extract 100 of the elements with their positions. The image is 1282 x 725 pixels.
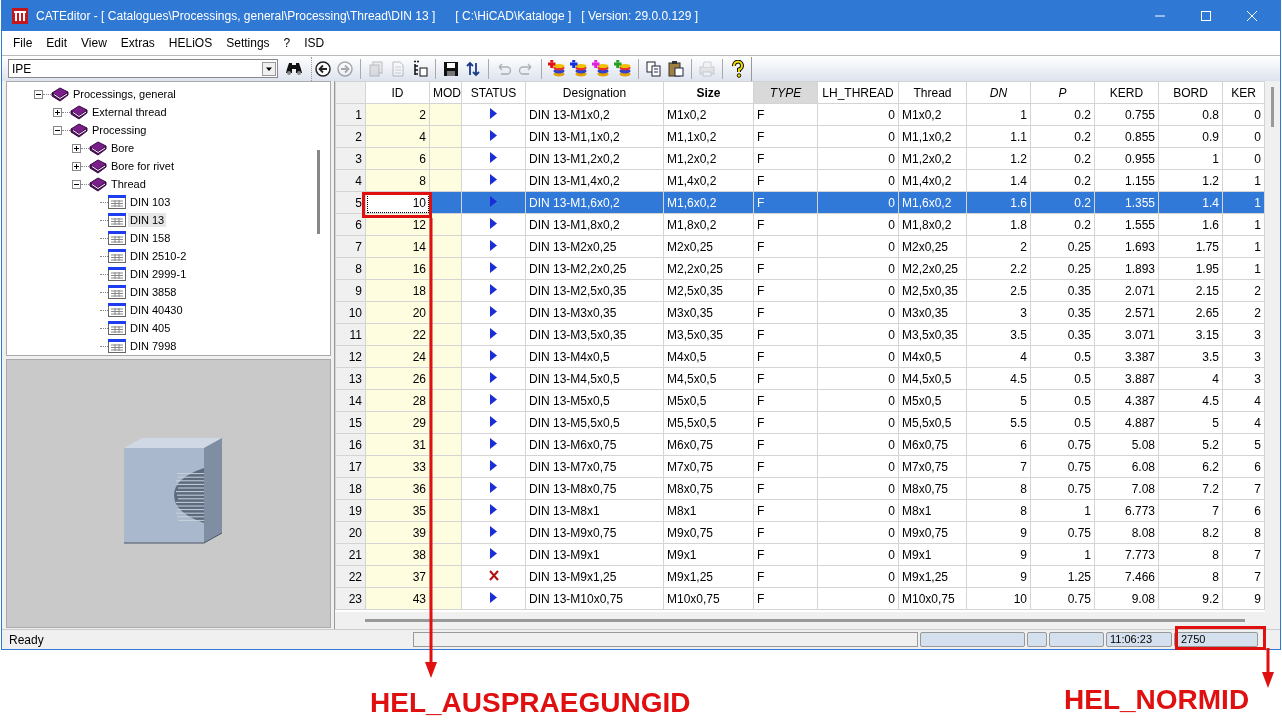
- table-cell: M5,5x0,5: [663, 411, 754, 434]
- row-number[interactable]: 8: [335, 257, 366, 280]
- table-cell: 4.387: [1094, 389, 1159, 412]
- column-header[interactable]: Designation: [525, 81, 664, 104]
- collapse-icon[interactable]: [53, 125, 62, 135]
- collapse-icon[interactable]: [34, 89, 43, 99]
- table-cell: DIN 13-M2,2x0,25: [525, 257, 664, 280]
- save-icon[interactable]: [442, 59, 460, 78]
- row-number[interactable]: 2: [335, 125, 366, 148]
- row-number[interactable]: 12: [335, 345, 366, 368]
- stack-add-icon[interactable]: [548, 59, 566, 78]
- tree-item[interactable]: DIN 2510-2: [128, 249, 189, 263]
- expand-icon[interactable]: [72, 143, 81, 153]
- column-header[interactable]: Thread: [898, 81, 967, 104]
- status-panel: [1027, 632, 1047, 647]
- row-number[interactable]: 16: [335, 433, 366, 456]
- column-header[interactable]: KER: [1222, 81, 1265, 104]
- table-cell: M8x1: [663, 499, 754, 522]
- table-cell: 7.2: [1158, 477, 1223, 500]
- back-icon[interactable]: [314, 59, 332, 78]
- tree-item[interactable]: Bore for rivet: [109, 159, 176, 173]
- paste-icon[interactable]: [667, 59, 685, 78]
- stack-add-icon[interactable]: [570, 59, 588, 78]
- column-header[interactable]: ID: [365, 81, 430, 104]
- table-cell: 7.08: [1094, 477, 1159, 500]
- row-number[interactable]: 22: [335, 565, 366, 588]
- table-cell: 0.2: [1030, 103, 1095, 126]
- tree-item[interactable]: DIN 40430: [128, 303, 185, 317]
- row-number[interactable]: 7: [335, 235, 366, 258]
- column-header[interactable]: BORD: [1158, 81, 1223, 104]
- row-number[interactable]: 11: [335, 323, 366, 346]
- tree-item[interactable]: DIN 158: [128, 231, 173, 245]
- menu-item[interactable]: HELiOS: [161, 36, 220, 50]
- row-number[interactable]: 4: [335, 169, 366, 192]
- menu-item[interactable]: Settings: [219, 36, 277, 50]
- row-number[interactable]: 9: [335, 279, 366, 302]
- row-number[interactable]: 17: [335, 455, 366, 478]
- stack-add-icon[interactable]: [592, 59, 610, 78]
- menu-item[interactable]: View: [74, 36, 114, 50]
- row-number[interactable]: 1: [335, 103, 366, 126]
- expand-icon[interactable]: [53, 107, 62, 117]
- tree-item[interactable]: Bore: [109, 141, 137, 155]
- scrollbar-thumb[interactable]: [317, 150, 320, 234]
- tree-item[interactable]: External thread: [90, 105, 169, 119]
- row-number[interactable]: 20: [335, 521, 366, 544]
- table-cell: 9.08: [1094, 587, 1159, 610]
- tree-item[interactable]: DIN 7998: [128, 339, 179, 353]
- row-number[interactable]: 14: [335, 389, 366, 412]
- table-cell: M1,2x0,2: [663, 147, 754, 170]
- close-icon[interactable]: [1246, 9, 1258, 22]
- table-cell: 0: [817, 367, 899, 390]
- stack-add-icon[interactable]: [614, 59, 632, 78]
- row-number[interactable]: 19: [335, 499, 366, 522]
- tree-item[interactable]: DIN 405: [128, 321, 173, 335]
- row-number[interactable]: 10: [335, 301, 366, 324]
- maximize-icon[interactable]: [1200, 9, 1212, 22]
- menu-item[interactable]: ISD: [297, 36, 332, 50]
- row-number[interactable]: 13: [335, 367, 366, 390]
- tree-item[interactable]: DIN 3858: [128, 285, 179, 299]
- table-cell: 4: [966, 345, 1031, 368]
- menu-item[interactable]: ?: [276, 36, 298, 50]
- menu-item[interactable]: Extras: [113, 36, 162, 50]
- column-header[interactable]: LH_THREAD: [817, 81, 899, 104]
- tree-item[interactable]: Thread: [109, 177, 148, 191]
- table-cell: 0: [817, 279, 899, 302]
- row-number[interactable]: 23: [335, 587, 366, 610]
- collapse-icon[interactable]: [72, 179, 81, 189]
- table-cell: M1,8x0,2: [663, 213, 754, 236]
- tree-item[interactable]: DIN 2999-1: [128, 267, 189, 281]
- tree-item[interactable]: Processing: [90, 123, 149, 137]
- scrollbar-thumb[interactable]: [1271, 87, 1274, 127]
- row-number[interactable]: 6: [335, 213, 366, 236]
- column-header[interactable]: DN: [966, 81, 1031, 104]
- help-icon[interactable]: [729, 59, 747, 78]
- column-header[interactable]: TYPE: [753, 81, 818, 104]
- column-header[interactable]: Size: [663, 81, 754, 104]
- row-number[interactable]: 3: [335, 147, 366, 170]
- binoculars-icon[interactable]: [285, 60, 303, 77]
- row-number[interactable]: 18: [335, 477, 366, 500]
- catalogue-dropdown[interactable]: IPE: [8, 59, 278, 78]
- table-cell: 0: [817, 345, 899, 368]
- dropdown-caret-icon[interactable]: [262, 61, 276, 76]
- row-number[interactable]: 21: [335, 543, 366, 566]
- tree-item[interactable]: DIN 103: [128, 195, 173, 209]
- copy-icon[interactable]: [645, 59, 663, 78]
- table-cell: 7: [966, 455, 1031, 478]
- column-header[interactable]: P: [1030, 81, 1095, 104]
- sort-icon[interactable]: [464, 59, 482, 78]
- column-header[interactable]: KERD: [1094, 81, 1159, 104]
- menu-item[interactable]: Edit: [39, 36, 75, 50]
- scrollbar-thumb[interactable]: [365, 619, 1245, 622]
- expand-icon[interactable]: [72, 161, 81, 171]
- tree-item[interactable]: DIN 13: [128, 213, 167, 227]
- column-header[interactable]: STATUS: [461, 81, 526, 104]
- document-list-icon[interactable]: [411, 59, 429, 78]
- table-cell: 5.08: [1094, 433, 1159, 456]
- menu-item[interactable]: File: [6, 36, 40, 50]
- tree-item[interactable]: Processings, general: [71, 87, 178, 101]
- row-number[interactable]: 15: [335, 411, 366, 434]
- column-header[interactable]: MOD: [429, 81, 462, 104]
